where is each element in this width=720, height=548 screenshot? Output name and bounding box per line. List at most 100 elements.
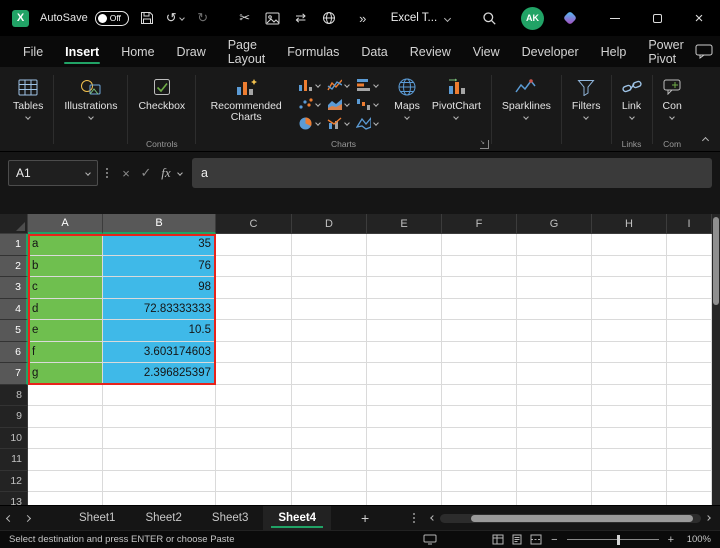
save-button[interactable] xyxy=(137,6,157,30)
cell-E10[interactable] xyxy=(367,428,442,450)
page-layout-view-icon[interactable] xyxy=(511,534,523,545)
cell-C6[interactable] xyxy=(216,342,292,364)
search-button[interactable] xyxy=(479,6,499,30)
ribbon-tab-help[interactable]: Help xyxy=(590,36,638,67)
pivotchart-button[interactable]: PivotChart xyxy=(426,71,487,121)
ribbon-tab-home[interactable]: Home xyxy=(110,36,165,67)
cell-A9[interactable] xyxy=(28,406,103,428)
cell-C2[interactable] xyxy=(216,256,292,278)
scroll-left-icon[interactable] xyxy=(429,516,437,520)
cell-A5[interactable]: e xyxy=(28,320,103,342)
cell-D13[interactable] xyxy=(292,492,367,505)
name-box[interactable]: A1 xyxy=(8,160,98,186)
vertical-scrollbar-thumb[interactable] xyxy=(713,217,719,305)
display-settings-icon[interactable] xyxy=(423,534,437,545)
waterfall-chart-button[interactable] xyxy=(356,97,378,111)
ribbon-tab-draw[interactable]: Draw xyxy=(166,36,217,67)
cell-H10[interactable] xyxy=(592,428,667,450)
cell-G3[interactable] xyxy=(517,277,592,299)
cell-I5[interactable] xyxy=(667,320,712,342)
comment-button[interactable]: Con xyxy=(657,71,688,121)
cell-A7[interactable]: g xyxy=(28,363,103,385)
cut-button[interactable]: ✂ xyxy=(235,6,255,30)
column-header-F[interactable]: F xyxy=(442,214,517,234)
more-commands-button[interactable]: » xyxy=(353,6,373,30)
cell-B3[interactable]: 98 xyxy=(103,277,216,299)
ribbon-tab-insert[interactable]: Insert xyxy=(54,36,110,67)
cell-B7[interactable]: 2.396825397 xyxy=(103,363,216,385)
sheet-tab-sheet2[interactable]: Sheet2 xyxy=(130,506,196,530)
cell-H7[interactable] xyxy=(592,363,667,385)
cell-B13[interactable] xyxy=(103,492,216,505)
cell-E3[interactable] xyxy=(367,277,442,299)
cell-H11[interactable] xyxy=(592,449,667,471)
cell-I8[interactable] xyxy=(667,385,712,407)
cell-C10[interactable] xyxy=(216,428,292,450)
zoom-level[interactable]: 100% xyxy=(683,534,711,545)
cell-E6[interactable] xyxy=(367,342,442,364)
sheet-tab-sheet3[interactable]: Sheet3 xyxy=(197,506,263,530)
cell-E5[interactable] xyxy=(367,320,442,342)
cell-D10[interactable] xyxy=(292,428,367,450)
cell-H13[interactable] xyxy=(592,492,667,505)
collapse-ribbon-button[interactable] xyxy=(698,133,712,145)
cell-B10[interactable] xyxy=(103,428,216,450)
cell-A8[interactable] xyxy=(28,385,103,407)
undo-button[interactable]: ↺ xyxy=(165,6,185,30)
maximize-button[interactable] xyxy=(636,0,678,36)
line-chart-button[interactable] xyxy=(327,78,349,92)
scroll-right-icon[interactable] xyxy=(704,516,712,520)
row-header-8[interactable]: 8 xyxy=(0,385,28,407)
cell-A13[interactable] xyxy=(28,492,103,505)
cell-H9[interactable] xyxy=(592,406,667,428)
cell-B11[interactable] xyxy=(103,449,216,471)
ribbon-tab-file[interactable]: File xyxy=(12,36,54,67)
cell-H3[interactable] xyxy=(592,277,667,299)
cell-B8[interactable] xyxy=(103,385,216,407)
maps-button[interactable]: Maps xyxy=(388,71,426,121)
cell-G7[interactable] xyxy=(517,363,592,385)
cell-G10[interactable] xyxy=(517,428,592,450)
autosave-toggle[interactable]: Off xyxy=(95,11,129,26)
zoom-in-icon[interactable]: + xyxy=(668,535,674,545)
column-header-B[interactable]: B xyxy=(103,214,216,234)
sparklines-button[interactable]: Sparklines xyxy=(496,71,557,121)
minimize-button[interactable] xyxy=(594,0,636,36)
cell-B12[interactable] xyxy=(103,471,216,493)
cell-I11[interactable] xyxy=(667,449,712,471)
sheet-tab-sheet4[interactable]: Sheet4 xyxy=(263,506,331,530)
column-header-A[interactable]: A xyxy=(28,214,103,234)
cell-F9[interactable] xyxy=(442,406,517,428)
column-header-C[interactable]: C xyxy=(216,214,292,234)
cell-A3[interactable]: c xyxy=(28,277,103,299)
cell-E2[interactable] xyxy=(367,256,442,278)
cell-F12[interactable] xyxy=(442,471,517,493)
row-header-5[interactable]: 5 xyxy=(0,320,28,342)
cell-H12[interactable] xyxy=(592,471,667,493)
cell-C5[interactable] xyxy=(216,320,292,342)
cell-E9[interactable] xyxy=(367,406,442,428)
close-button[interactable]: × xyxy=(678,0,720,36)
cell-H2[interactable] xyxy=(592,256,667,278)
cell-H5[interactable] xyxy=(592,320,667,342)
row-header-12[interactable]: 12 xyxy=(0,471,28,493)
enter-icon[interactable]: ✓ xyxy=(136,165,156,181)
cell-B9[interactable] xyxy=(103,406,216,428)
cell-G13[interactable] xyxy=(517,492,592,505)
cell-A2[interactable]: b xyxy=(28,256,103,278)
cell-C7[interactable] xyxy=(216,363,292,385)
cell-F8[interactable] xyxy=(442,385,517,407)
select-all-corner[interactable] xyxy=(0,214,28,234)
cell-C3[interactable] xyxy=(216,277,292,299)
page-break-view-icon[interactable] xyxy=(530,534,542,545)
cell-A6[interactable]: f xyxy=(28,342,103,364)
column-header-D[interactable]: D xyxy=(292,214,367,234)
ribbon-tab-review[interactable]: Review xyxy=(399,36,462,67)
cell-G1[interactable] xyxy=(517,234,592,256)
column-header-H[interactable]: H xyxy=(592,214,667,234)
sheet-options-icon[interactable] xyxy=(413,513,415,523)
redo-button[interactable]: ↻ xyxy=(193,6,213,30)
horizontal-scrollbar-thumb[interactable] xyxy=(471,515,693,522)
cell-D1[interactable] xyxy=(292,234,367,256)
cell-F7[interactable] xyxy=(442,363,517,385)
